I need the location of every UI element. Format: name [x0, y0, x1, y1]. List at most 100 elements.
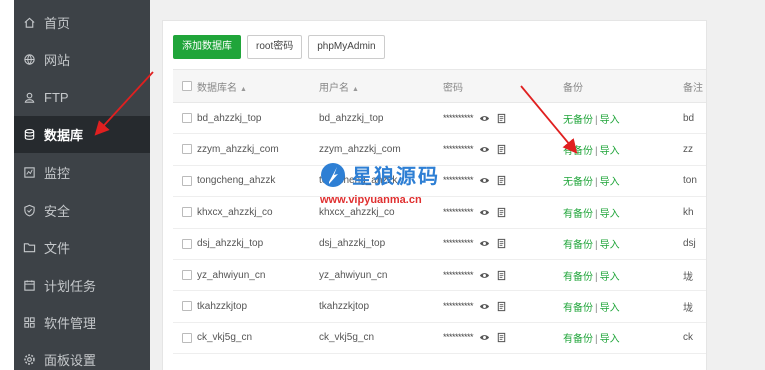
- sidebar-item-settings[interactable]: 面板设置: [14, 341, 150, 370]
- db-name-cell: ck_vkj5g_cn: [197, 322, 319, 355]
- copy-password-icon[interactable]: [496, 270, 507, 281]
- db-name-cell: bd_ahzzkj_top: [197, 102, 319, 135]
- row-checkbox[interactable]: [182, 113, 192, 124]
- row-checkbox[interactable]: [182, 144, 192, 155]
- row-checkbox[interactable]: [182, 238, 192, 249]
- username-cell: tongcheng_ahzzk: [319, 165, 443, 198]
- password-cell: **********: [443, 322, 563, 355]
- separator: |: [595, 114, 598, 126]
- add-database-button[interactable]: 添加数据库: [173, 35, 241, 59]
- masked-password: **********: [443, 332, 474, 343]
- table-row: khxcx_ahzzkj_co khxcx_ahzzkj_co **********…: [173, 196, 706, 229]
- password-cell: **********: [443, 102, 563, 135]
- backup-link[interactable]: 无备份: [563, 177, 593, 188]
- home-icon: [14, 16, 44, 29]
- backup-link[interactable]: 有备份: [563, 272, 593, 283]
- password-cell: **********: [443, 228, 563, 260]
- import-link[interactable]: 导入: [600, 177, 620, 188]
- masked-password: **********: [443, 144, 474, 155]
- import-link[interactable]: 导入: [600, 272, 620, 283]
- toolbar: 添加数据库 root密码 phpMyAdmin: [173, 35, 385, 59]
- copy-password-icon[interactable]: [496, 113, 507, 124]
- table-row: yz_ahwiyun_cn yz_ahwiyun_cn ********** 有备份 |…: [173, 259, 706, 292]
- backup-cell: 有备份 | 导入: [563, 228, 683, 260]
- note-cell: dsj: [683, 228, 706, 260]
- username-cell: yz_ahwiyun_cn: [319, 259, 443, 292]
- sidebar-item-ftp[interactable]: FTP: [14, 79, 150, 116]
- phpmyadmin-button[interactable]: phpMyAdmin: [308, 35, 385, 59]
- monitor-icon: [14, 166, 44, 179]
- show-password-icon[interactable]: [479, 332, 490, 343]
- app-root: 首页 网站 FTP 数据库 监控 安全 文件 计划任务 软件管理 面板设置 添加…: [0, 0, 765, 370]
- backup-link[interactable]: 有备份: [563, 334, 593, 345]
- backup-link[interactable]: 无备份: [563, 115, 593, 126]
- db-name-cell: dsj_ahzzkj_top: [197, 228, 319, 260]
- sidebar-item-label: 面板设置: [44, 353, 97, 368]
- sort-icon: ▲: [240, 85, 247, 93]
- header-select-all[interactable]: [173, 69, 197, 103]
- sidebar-item-database[interactable]: 数据库: [14, 116, 150, 153]
- sidebar-item-software[interactable]: 软件管理: [14, 304, 150, 341]
- row-checkbox[interactable]: [182, 270, 192, 280]
- backup-link[interactable]: 有备份: [563, 240, 593, 251]
- backup-cell: 有备份 | 导入: [563, 196, 683, 229]
- password-cell: **********: [443, 196, 563, 229]
- sidebar-item-label: 网站: [44, 53, 71, 68]
- show-password-icon[interactable]: [479, 301, 490, 312]
- db-name-cell: khxcx_ahzzkj_co: [197, 196, 319, 229]
- backup-link[interactable]: 有备份: [563, 146, 593, 157]
- import-link[interactable]: 导入: [600, 240, 620, 251]
- import-link[interactable]: 导入: [600, 303, 620, 314]
- root-password-button[interactable]: root密码: [247, 35, 303, 59]
- copy-password-icon[interactable]: [496, 207, 507, 218]
- sidebar-item-files[interactable]: 文件: [14, 229, 150, 266]
- backup-cell: 无备份 | 导入: [563, 165, 683, 198]
- sidebar-item-monitor[interactable]: 监控: [14, 154, 150, 191]
- copy-password-icon[interactable]: [496, 332, 507, 343]
- sidebar-item-label: 计划任务: [44, 279, 97, 294]
- password-cell: **********: [443, 290, 563, 323]
- sidebar-item-security[interactable]: 安全: [14, 192, 150, 229]
- show-password-icon[interactable]: [479, 238, 490, 249]
- show-password-icon[interactable]: [479, 175, 490, 186]
- header-db-name[interactable]: 数据库名 ▲: [197, 69, 319, 103]
- sidebar-item-label: 监控: [44, 166, 71, 181]
- separator: |: [595, 208, 598, 220]
- show-password-icon[interactable]: [479, 113, 490, 124]
- table-row: dsj_ahzzkj_top dsj_ahzzkj_top ********** 有备…: [173, 228, 706, 260]
- show-password-icon[interactable]: [479, 207, 490, 218]
- db-name-cell: zzym_ahzzkj_com: [197, 133, 319, 166]
- note-cell: ck: [683, 322, 706, 355]
- sidebar-item-label: 数据库: [44, 128, 84, 143]
- row-checkbox[interactable]: [182, 207, 192, 218]
- show-password-icon[interactable]: [479, 270, 490, 281]
- masked-password: **********: [443, 269, 474, 280]
- sidebar-item-label: 文件: [44, 241, 71, 256]
- import-link[interactable]: 导入: [600, 115, 620, 126]
- copy-password-icon[interactable]: [496, 175, 507, 186]
- sidebar-item-cron[interactable]: 计划任务: [14, 267, 150, 304]
- sidebar-item-label: 安全: [44, 204, 71, 219]
- show-password-icon[interactable]: [479, 144, 490, 155]
- header-username[interactable]: 用户名 ▲: [319, 69, 443, 103]
- row-checkbox[interactable]: [182, 301, 192, 312]
- sidebar-item-website[interactable]: 网站: [14, 41, 150, 78]
- table-row: tongcheng_ahzzk tongcheng_ahzzk **********…: [173, 165, 706, 198]
- import-link[interactable]: 导入: [600, 209, 620, 220]
- sidebar-item-home[interactable]: 首页: [14, 4, 150, 41]
- row-checkbox[interactable]: [182, 175, 192, 186]
- import-link[interactable]: 导入: [600, 334, 620, 345]
- backup-link[interactable]: 有备份: [563, 209, 593, 220]
- backup-cell: 有备份 | 导入: [563, 290, 683, 323]
- copy-password-icon[interactable]: [496, 301, 507, 312]
- username-cell: tkahzzkjtop: [319, 290, 443, 323]
- masked-password: **********: [443, 206, 474, 217]
- backup-cell: 有备份 | 导入: [563, 322, 683, 355]
- backup-link[interactable]: 有备份: [563, 303, 593, 314]
- import-link[interactable]: 导入: [600, 146, 620, 157]
- copy-password-icon[interactable]: [496, 238, 507, 249]
- username-cell: dsj_ahzzkj_top: [319, 228, 443, 260]
- row-checkbox[interactable]: [182, 332, 192, 343]
- select-all-checkbox[interactable]: [182, 80, 192, 91]
- copy-password-icon[interactable]: [496, 144, 507, 155]
